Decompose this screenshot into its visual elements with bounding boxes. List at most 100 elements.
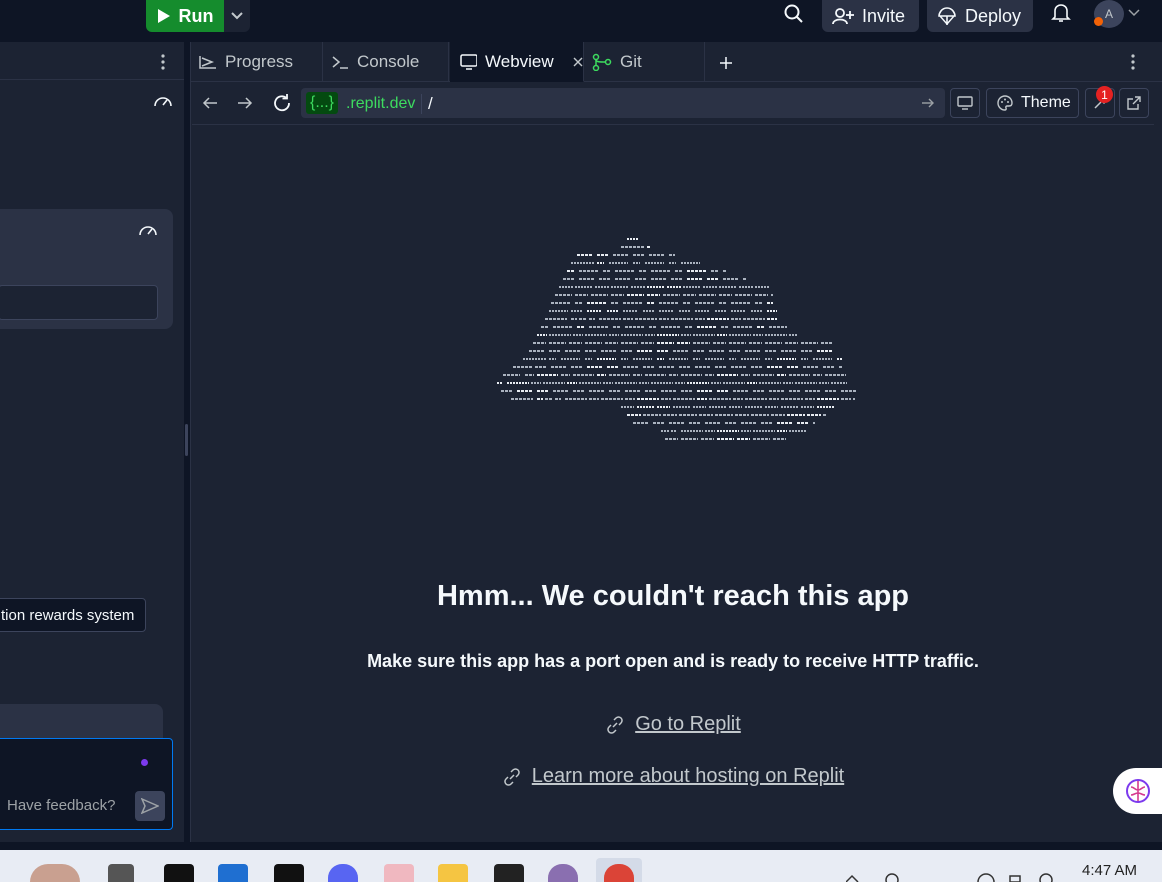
external-link-icon <box>1127 96 1141 110</box>
feedback-placeholder: Have feedback? <box>7 797 116 814</box>
git-icon <box>592 53 612 71</box>
monitor-icon <box>460 53 477 70</box>
url-domain: .replit.dev <box>346 95 416 112</box>
invite-label: Invite <box>862 5 906 26</box>
suggestion-chip-label: tion rewards system <box>1 606 135 624</box>
tab-label: Webview <box>485 51 554 71</box>
tor-icon[interactable] <box>548 864 578 882</box>
discord-icon[interactable] <box>328 864 358 882</box>
system-tray[interactable] <box>846 872 1066 882</box>
chevron-down-icon <box>1128 9 1140 17</box>
right-panel: Progress Console Webview Git {...} .repl… <box>190 42 1162 842</box>
refresh-icon <box>274 94 290 112</box>
account-menu-button[interactable] <box>1127 6 1141 20</box>
error-subtext: Make sure this app has a port open and i… <box>367 651 979 671</box>
url-input[interactable]: {...} .replit.dev / <box>301 88 945 118</box>
progress-icon <box>199 56 216 69</box>
url-path[interactable]: / <box>421 94 433 114</box>
tab-label: Progress <box>225 52 294 71</box>
theme-label: Theme <box>1021 94 1071 111</box>
capcut-icon[interactable] <box>274 864 304 882</box>
terminal-icon <box>332 56 348 69</box>
link-icon <box>504 767 520 786</box>
file-explorer-icon[interactable] <box>438 864 468 882</box>
left-panel-menu-button[interactable] <box>158 52 168 72</box>
chrome-icon <box>604 864 634 882</box>
card-input-field[interactable] <box>0 285 158 320</box>
status-dot <box>1094 17 1103 26</box>
store-icon[interactable] <box>218 864 248 882</box>
os-taskbar: 4:47 AM <box>0 850 1162 882</box>
url-toolbar: {...} .replit.dev / Theme <box>191 82 1162 124</box>
hosting-docs-link[interactable]: Learn more about hosting on Replit <box>192 765 1154 788</box>
invite-button[interactable]: Invite <box>822 0 919 32</box>
run-dropdown-button[interactable] <box>224 0 250 32</box>
search-icon <box>784 4 803 23</box>
clock: 4:47 AM <box>1082 862 1138 879</box>
tray-icons <box>846 873 1053 882</box>
bell-icon <box>1051 4 1071 22</box>
chrome-taskbar-button[interactable] <box>596 858 642 882</box>
repl-badge-text: {...} <box>310 94 335 111</box>
tab-label: Git <box>620 52 642 71</box>
send-button[interactable] <box>135 791 165 821</box>
tab-webview[interactable]: Webview <box>450 42 584 82</box>
arrow-right-icon <box>238 97 253 109</box>
more-vertical-icon <box>161 54 165 70</box>
close-icon[interactable] <box>572 56 583 68</box>
app-icon[interactable] <box>108 864 134 882</box>
new-tab-button[interactable] <box>715 52 737 74</box>
brain-icon <box>1126 779 1150 803</box>
devices-button[interactable] <box>950 88 980 118</box>
deploy-icon <box>938 7 956 25</box>
pane-menu-button[interactable] <box>1128 52 1138 72</box>
deploy-button[interactable]: Deploy <box>927 0 1033 32</box>
tab-git[interactable]: Git <box>584 42 705 82</box>
go-to-replit-link[interactable]: Go to Replit <box>192 713 1154 736</box>
appletv-icon[interactable] <box>164 864 194 882</box>
go-arrow-icon[interactable] <box>921 97 935 109</box>
hosting-docs-label[interactable]: Learn more about hosting on Replit <box>532 765 844 788</box>
chevron-down-icon <box>231 12 243 20</box>
search-button[interactable] <box>782 2 806 26</box>
back-button[interactable] <box>199 92 221 114</box>
agent-card <box>0 209 173 329</box>
feedback-input[interactable]: Have feedback? <box>0 738 173 830</box>
palette-icon <box>997 95 1013 111</box>
notifications-button[interactable] <box>1050 2 1072 24</box>
deploy-label: Deploy <box>965 5 1022 26</box>
usage-button[interactable] <box>152 92 174 110</box>
monitor-icon <box>957 96 973 110</box>
more-vertical-icon <box>1131 54 1135 70</box>
run-button-group: Run <box>146 0 250 32</box>
tab-console[interactable]: Console <box>323 42 449 82</box>
link-icon <box>607 715 623 734</box>
widgets-icon[interactable] <box>30 864 80 882</box>
status-dot <box>141 759 148 766</box>
theme-button[interactable]: Theme <box>986 88 1079 118</box>
avatar-initial: A <box>1104 7 1113 21</box>
cloud-illustration <box>497 238 856 440</box>
left-panel-header <box>0 42 184 80</box>
card-usage-button[interactable] <box>137 221 159 239</box>
reload-button[interactable] <box>270 91 294 115</box>
send-icon <box>141 798 159 814</box>
ai-assistant-button[interactable] <box>1113 768 1162 814</box>
gauge-icon <box>139 226 157 236</box>
open-new-window-button[interactable] <box>1119 88 1149 118</box>
terminal-app-icon[interactable] <box>494 864 524 882</box>
play-icon <box>157 9 170 23</box>
suggestion-chip[interactable]: tion rewards system <box>0 598 146 632</box>
go-to-replit-label[interactable]: Go to Replit <box>635 713 741 736</box>
tab-bar: Progress Console Webview Git <box>191 42 1162 82</box>
notification-badge: 1 <box>1096 86 1113 103</box>
run-button[interactable]: Run <box>146 0 224 32</box>
tab-progress[interactable]: Progress <box>191 42 323 82</box>
forward-button[interactable] <box>234 92 256 114</box>
repl-badge: {...} <box>306 92 339 114</box>
left-panel: tion rewards system Have feedback? <box>0 42 184 842</box>
webview-content: Hmm... We couldn't reach this app Make s… <box>192 124 1154 840</box>
top-bar: Run Invite Deploy A <box>0 0 1162 42</box>
add-user-icon <box>832 8 854 25</box>
snipping-tool-icon[interactable] <box>384 864 414 882</box>
